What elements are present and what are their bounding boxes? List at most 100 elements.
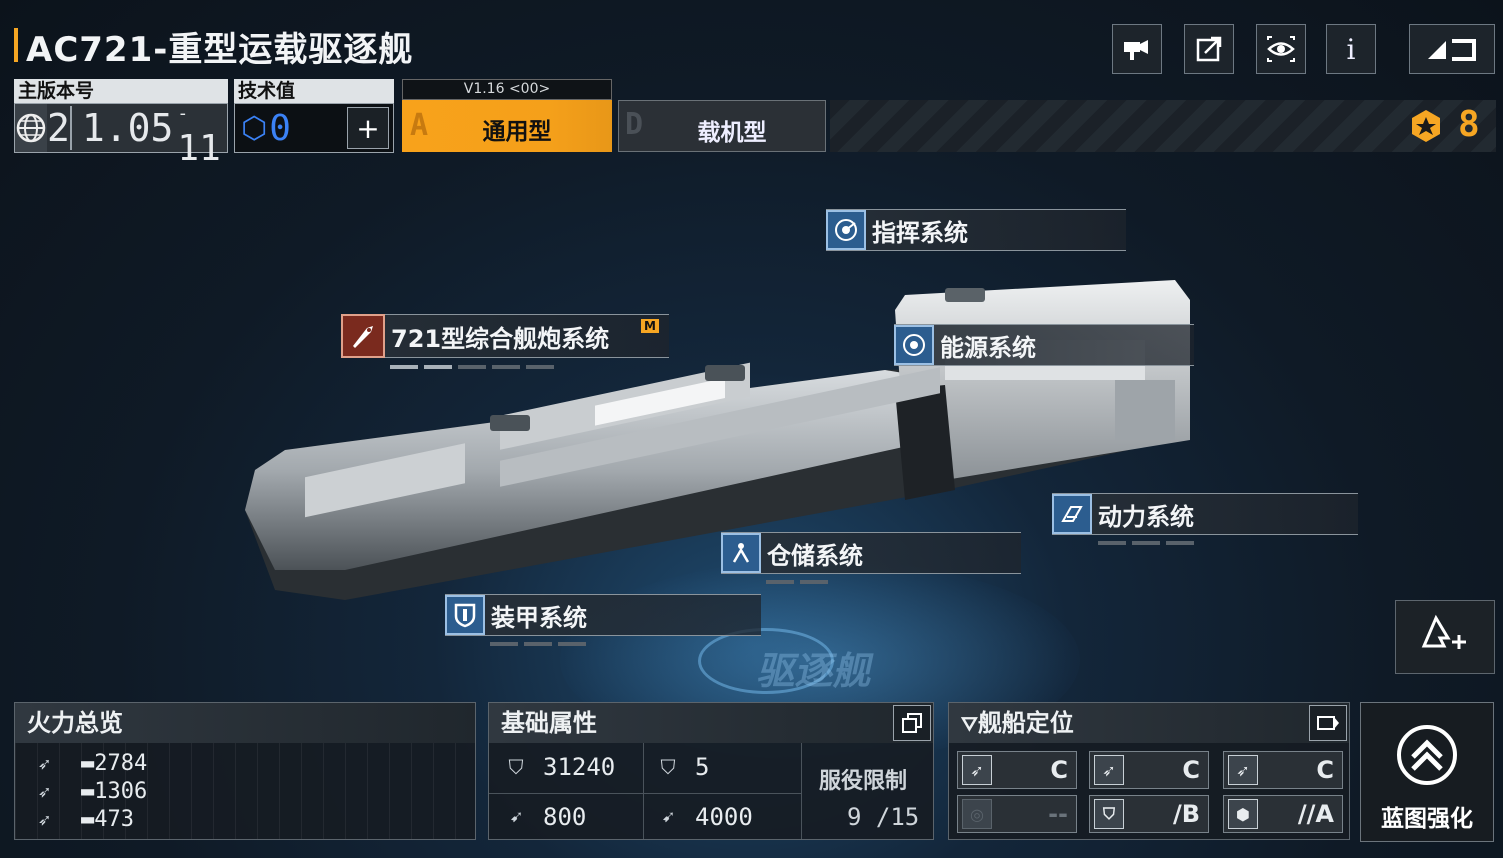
share-icon [1196,36,1222,62]
armor-slots [490,642,586,646]
grade-siege: ➶ C [1223,751,1343,789]
share-button[interactable] [1184,24,1234,74]
power-slots [1098,541,1194,545]
firepower-value: ▬1306 [81,779,148,804]
service-limit-label: 服役限制 [819,769,908,794]
system-power[interactable]: 动力系统 [1052,493,1358,535]
power-label: 动力系统 [1098,502,1194,531]
speed-icon: ➹ [509,805,523,829]
version-tag: V1.16 <00> [402,79,612,100]
back-button[interactable] [1409,24,1495,74]
tab-strip-bg [830,100,1496,152]
power-icon [1052,494,1092,534]
grade-defense: ⛉/B [1089,795,1209,833]
tag-icon [1317,716,1339,730]
system-armor[interactable]: 装甲系统 [445,594,761,636]
tab-general[interactable]: A 通用型 [402,100,612,152]
version-value: 1.05 [81,106,174,150]
tech-add-button[interactable]: + [347,107,389,149]
hp-shield-icon: ⛉ [508,755,524,779]
siege-icon: ➶ [37,807,51,832]
firepower-panel[interactable]: 火力总览 ➶ ▬2784 ➶ ▬1306 ➶ ▬473 [14,702,476,840]
energy-label: 能源系统 [940,333,1036,362]
position-icon: ⛛ [961,712,978,736]
range-icon: ➹ [661,805,675,829]
enhance-icon [1397,725,1457,785]
grade-durability: ⬢//A [1223,795,1343,833]
antiship-grade-icon: ➶ [962,755,992,785]
system-storage[interactable]: 仓储系统 [721,532,1021,574]
fleet-add-button[interactable] [1395,600,1495,674]
energy-icon [894,325,934,365]
grade-support: ◎ -- [957,795,1077,833]
tech-block: 技术值 ⬡ 0 + [234,79,394,153]
command-label: 指挥系统 [872,218,968,247]
view-toggle-button[interactable] [1256,24,1306,74]
antiair-grade-icon: ➶ [1094,755,1124,785]
plus-icon: + [356,111,380,145]
position-title: ⛛舰船定位 [949,703,1349,743]
attributes-detail-button[interactable] [893,705,931,741]
camera-icon [1124,40,1148,60]
grade-antiship: ➶ C [957,751,1077,789]
blueprint-enhance-button[interactable]: 蓝图强化 [1360,702,1494,842]
grade-antiair: ➶ C [1089,751,1209,789]
storage-slots [766,580,828,584]
siege-grade-icon: ➶ [1228,755,1258,785]
support-grade-icon: ◎ [962,799,992,829]
title-accent [14,28,18,62]
durability-grade-icon: ⬢ [1228,799,1258,829]
version-block: 主版本号 2 1.05 - 11 [14,79,228,169]
system-command[interactable]: 指挥系统 [826,209,1126,251]
shield-icon [445,595,485,635]
antiship-icon: ➶ [37,751,51,776]
version-index: 2 [47,106,72,150]
tech-label: 技术值 [234,79,394,103]
attr-hp: ⛉ 31240 [501,753,616,781]
version-sub: - 11 [177,103,221,169]
attr-armor: ⛉ 5 [653,753,710,781]
antiair-icon: ➶ [37,779,51,804]
service-limit-value: 9 /15 [847,803,920,831]
position-panel[interactable]: ⛛舰船定位 ➶ C ➶ C ➶ C ◎ -- ⛉/B ⬢//A [948,702,1350,840]
attr-range: ➹ 4000 [653,803,753,831]
armor-icon: ⛉ [660,755,676,779]
firepower-row: ➶ ▬473 [29,807,134,832]
copy-icon [902,713,922,733]
tech-value: 0 [269,107,291,149]
defense-grade-icon: ⛉ [1094,799,1124,829]
camera-button[interactable] [1112,24,1162,74]
tab-carrier[interactable]: D 载机型 [618,100,826,152]
tab-a-label: 通用型 [482,119,552,145]
fleet-add-icon [1421,614,1466,649]
rank-value: 8 [1458,104,1480,145]
tech-icon: ⬡ [241,110,268,146]
armor-label: 装甲系统 [491,603,587,632]
firepower-title: 火力总览 [15,703,475,743]
attributes-title: 基础属性 [489,703,933,743]
attributes-panel[interactable]: 基础属性 ⛉ 31240 ⛉ 5 ➹ 800 ➹ 4000 服役限制 9 /15 [488,702,934,840]
position-detail-button[interactable] [1309,705,1347,741]
storage-label: 仓储系统 [767,541,863,570]
system-energy[interactable]: 能源系统 [894,324,1194,366]
info-button[interactable]: i [1326,24,1376,74]
cannon-slots [390,365,554,369]
firepower-row: ➶ ▬2784 [29,751,147,776]
globe-icon [15,104,47,152]
attr-speed: ➹ 800 [501,803,586,831]
system-cannon[interactable]: 721型综合舰炮系统 M [341,314,669,358]
enhance-label: 蓝图强化 [1381,806,1473,832]
rank-badge-icon [1408,108,1444,144]
watermark-text: 驱逐舰 [754,649,878,693]
storage-icon [721,533,761,573]
back-icon [1428,39,1476,61]
eye-icon [1267,36,1295,62]
cannon-icon [341,314,385,358]
cannon-label: 721型综合舰炮系统 [391,324,610,353]
firepower-value: ▬2784 [81,751,148,776]
firepower-value: ▬473 [81,807,134,832]
firepower-row: ➶ ▬1306 [29,779,147,804]
cannon-badge: M [641,319,659,333]
info-icon: i [1346,32,1356,66]
tab-d-label: 载机型 [697,120,767,146]
